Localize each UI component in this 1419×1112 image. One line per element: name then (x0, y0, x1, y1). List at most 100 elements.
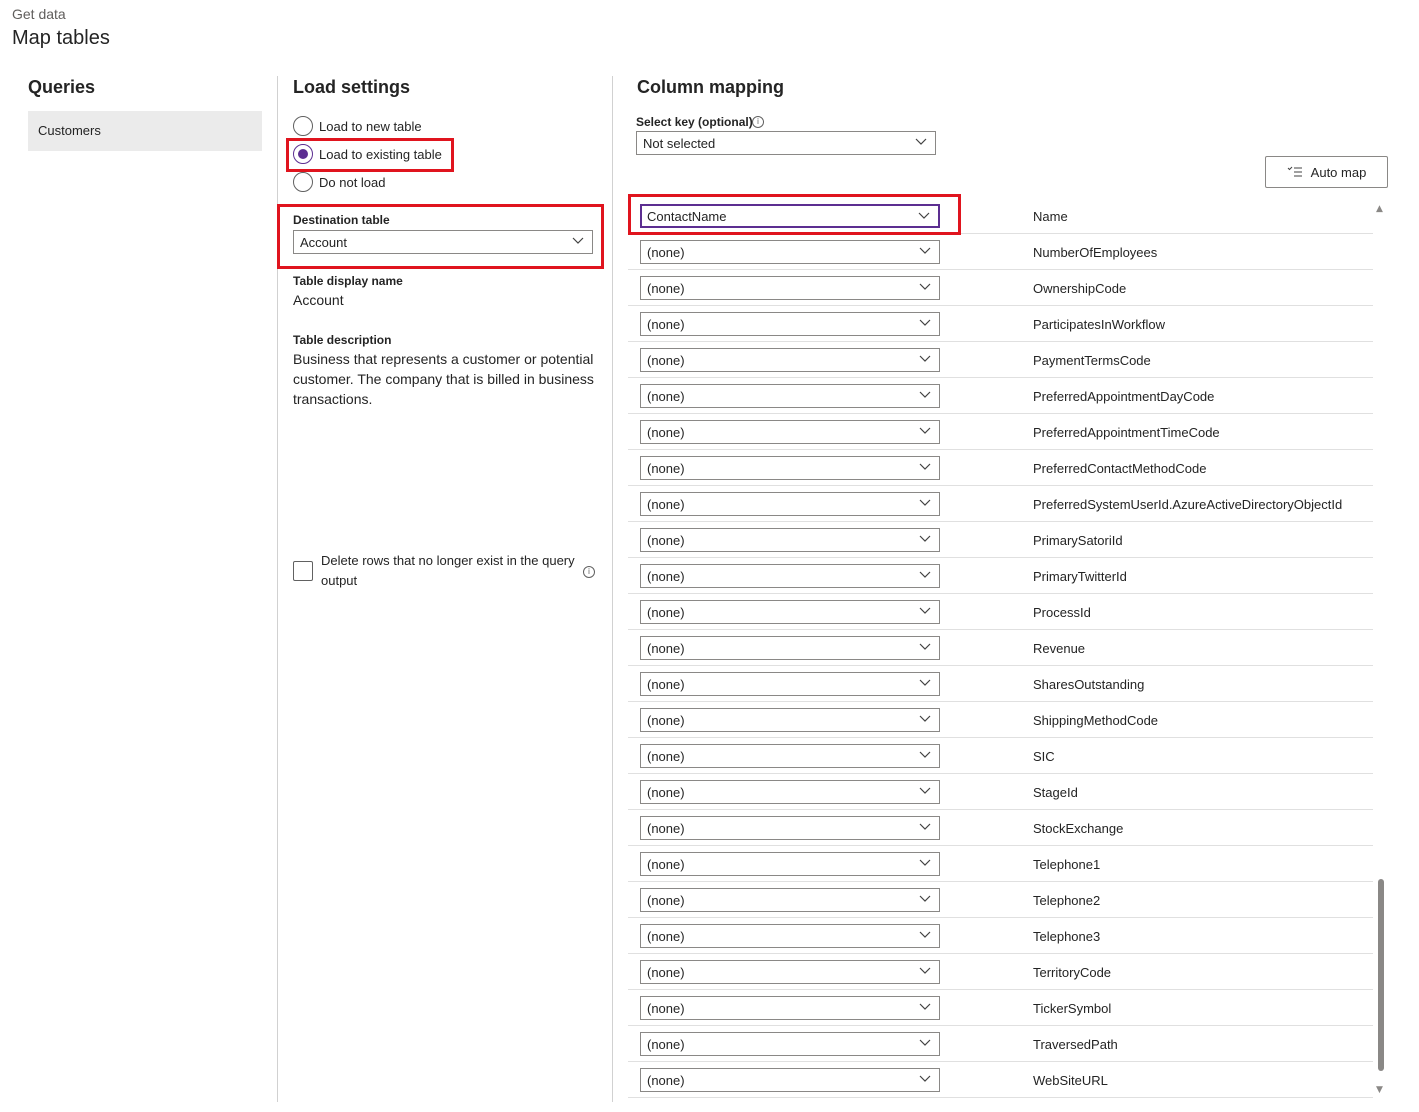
chevron-down-icon (919, 535, 931, 542)
queries-title: Queries (28, 77, 96, 97)
source-column-dropdown[interactable]: (none) (640, 276, 940, 300)
source-column-dropdown[interactable]: (none) (640, 708, 940, 732)
source-column-dropdown[interactable]: (none) (640, 1032, 940, 1056)
highlight-box (628, 194, 961, 235)
target-column-name: ParticipatesInWorkflow (1033, 317, 1165, 332)
mapping-row: (none) ParticipatesInWorkflow (628, 306, 1373, 342)
source-column-dropdown[interactable]: (none) (640, 780, 940, 804)
breadcrumb: Get data (12, 6, 66, 22)
chevron-down-icon (919, 931, 931, 938)
mapping-row: (none) TraversedPath (628, 1026, 1373, 1062)
page-title: Map tables (12, 27, 110, 49)
source-column-dropdown[interactable]: (none) (640, 240, 940, 264)
source-column-value: (none) (647, 677, 685, 692)
source-column-value: (none) (647, 317, 685, 332)
delete-rows-label: Delete rows that no longer exist in the … (321, 553, 575, 588)
mapping-row: (none) ProcessId (628, 594, 1373, 630)
source-column-dropdown[interactable]: (none) (640, 672, 940, 696)
mapping-row: (none) StockExchange (628, 810, 1373, 846)
chevron-down-icon (919, 571, 931, 578)
scroll-up-icon[interactable]: ▲ (1376, 204, 1383, 214)
mapping-row: (none) PreferredAppointmentDayCode (628, 378, 1373, 414)
source-column-value: (none) (647, 893, 685, 908)
mapping-row: (none) Telephone2 (628, 882, 1373, 918)
source-column-dropdown[interactable]: (none) (640, 960, 940, 984)
source-column-value: (none) (647, 425, 685, 440)
info-icon[interactable]: i (583, 566, 595, 578)
source-column-value: (none) (647, 245, 685, 260)
chevron-down-icon (919, 319, 931, 326)
source-column-dropdown[interactable]: (none) (640, 744, 940, 768)
source-column-dropdown[interactable]: (none) (640, 312, 940, 336)
source-column-dropdown[interactable]: (none) (640, 564, 940, 588)
chevron-down-icon (919, 679, 931, 686)
chevron-down-icon (919, 643, 931, 650)
radio-label: Do not load (319, 174, 386, 190)
source-column-value: (none) (647, 713, 685, 728)
radio-button[interactable] (293, 172, 313, 192)
target-column-name: PreferredAppointmentTimeCode (1033, 425, 1220, 440)
source-column-dropdown[interactable]: (none) (640, 384, 940, 408)
source-column-value: (none) (647, 1001, 685, 1016)
target-column-name: Revenue (1033, 641, 1086, 656)
source-column-dropdown[interactable]: (none) (640, 420, 940, 444)
mapping-row: (none) WebSiteURL (628, 1062, 1373, 1098)
source-column-dropdown[interactable]: (none) (640, 492, 940, 516)
mapping-row: (none) NumberOfEmployees (628, 234, 1373, 270)
source-column-value: (none) (647, 965, 685, 980)
source-column-dropdown[interactable]: (none) (640, 888, 940, 912)
target-column-name: PaymentTermsCode (1033, 353, 1151, 368)
mapping-row: (none) SIC (628, 738, 1373, 774)
chevron-down-icon (919, 247, 931, 254)
target-column-name: StageId (1033, 785, 1078, 800)
mapping-row: (none) StageId (628, 774, 1373, 810)
radio-do-not-load[interactable]: Do not load (293, 171, 386, 193)
target-column-name: OwnershipCode (1033, 281, 1127, 296)
radio-button[interactable] (293, 116, 313, 136)
source-column-dropdown[interactable]: (none) (640, 852, 940, 876)
mapping-row: (none) TerritoryCode (628, 954, 1373, 990)
chevron-down-icon (919, 283, 931, 290)
source-column-value: (none) (647, 1037, 685, 1052)
column-mapping-title: Column mapping (637, 77, 784, 97)
source-column-value: (none) (647, 353, 685, 368)
info-icon[interactable]: i (752, 116, 764, 128)
mapping-row: (none) PrimarySatoriId (628, 522, 1373, 558)
auto-map-label: Auto map (1310, 164, 1367, 180)
source-column-value: (none) (647, 821, 685, 836)
chevron-down-icon (919, 391, 931, 398)
source-column-dropdown[interactable]: (none) (640, 528, 940, 552)
chevron-down-icon (919, 499, 931, 506)
mapping-row: (none) TickerSymbol (628, 990, 1373, 1026)
source-column-dropdown[interactable]: (none) (640, 348, 940, 372)
source-column-dropdown[interactable]: (none) (640, 996, 940, 1020)
source-column-dropdown[interactable]: (none) (640, 636, 940, 660)
source-column-value: (none) (647, 749, 685, 764)
source-column-dropdown[interactable]: (none) (640, 816, 940, 840)
delete-rows-checkbox[interactable] (293, 561, 313, 581)
auto-map-button[interactable]: Auto map (1265, 156, 1388, 188)
mapping-row: (none) PreferredContactMethodCode (628, 450, 1373, 486)
query-item-customers[interactable]: Customers (28, 111, 262, 151)
source-column-dropdown[interactable]: (none) (640, 924, 940, 948)
chevron-down-icon (919, 607, 931, 614)
scrollbar-thumb[interactable] (1378, 879, 1384, 1071)
scroll-down-icon[interactable]: ▼ (1376, 1085, 1383, 1095)
source-column-value: (none) (647, 605, 685, 620)
radio-load-new-table[interactable]: Load to new table (293, 115, 422, 137)
source-column-dropdown[interactable]: (none) (640, 600, 940, 624)
chevron-down-icon (919, 715, 931, 722)
chevron-down-icon (919, 751, 931, 758)
source-column-value: (none) (647, 497, 685, 512)
mapping-row: (none) SharesOutstanding (628, 666, 1373, 702)
target-column-name: TraversedPath (1033, 1037, 1118, 1052)
target-column-name: PrimaryTwitterId (1033, 569, 1127, 584)
source-column-dropdown[interactable]: (none) (640, 456, 940, 480)
source-column-value: (none) (647, 461, 685, 476)
select-key-dropdown[interactable]: Not selected (636, 131, 936, 155)
target-column-name: NumberOfEmployees (1033, 245, 1158, 260)
mapping-row: (none) PaymentTermsCode (628, 342, 1373, 378)
table-display-name-label: Table display name (293, 274, 403, 288)
chevron-down-icon (919, 1075, 931, 1082)
source-column-dropdown[interactable]: (none) (640, 1068, 940, 1092)
